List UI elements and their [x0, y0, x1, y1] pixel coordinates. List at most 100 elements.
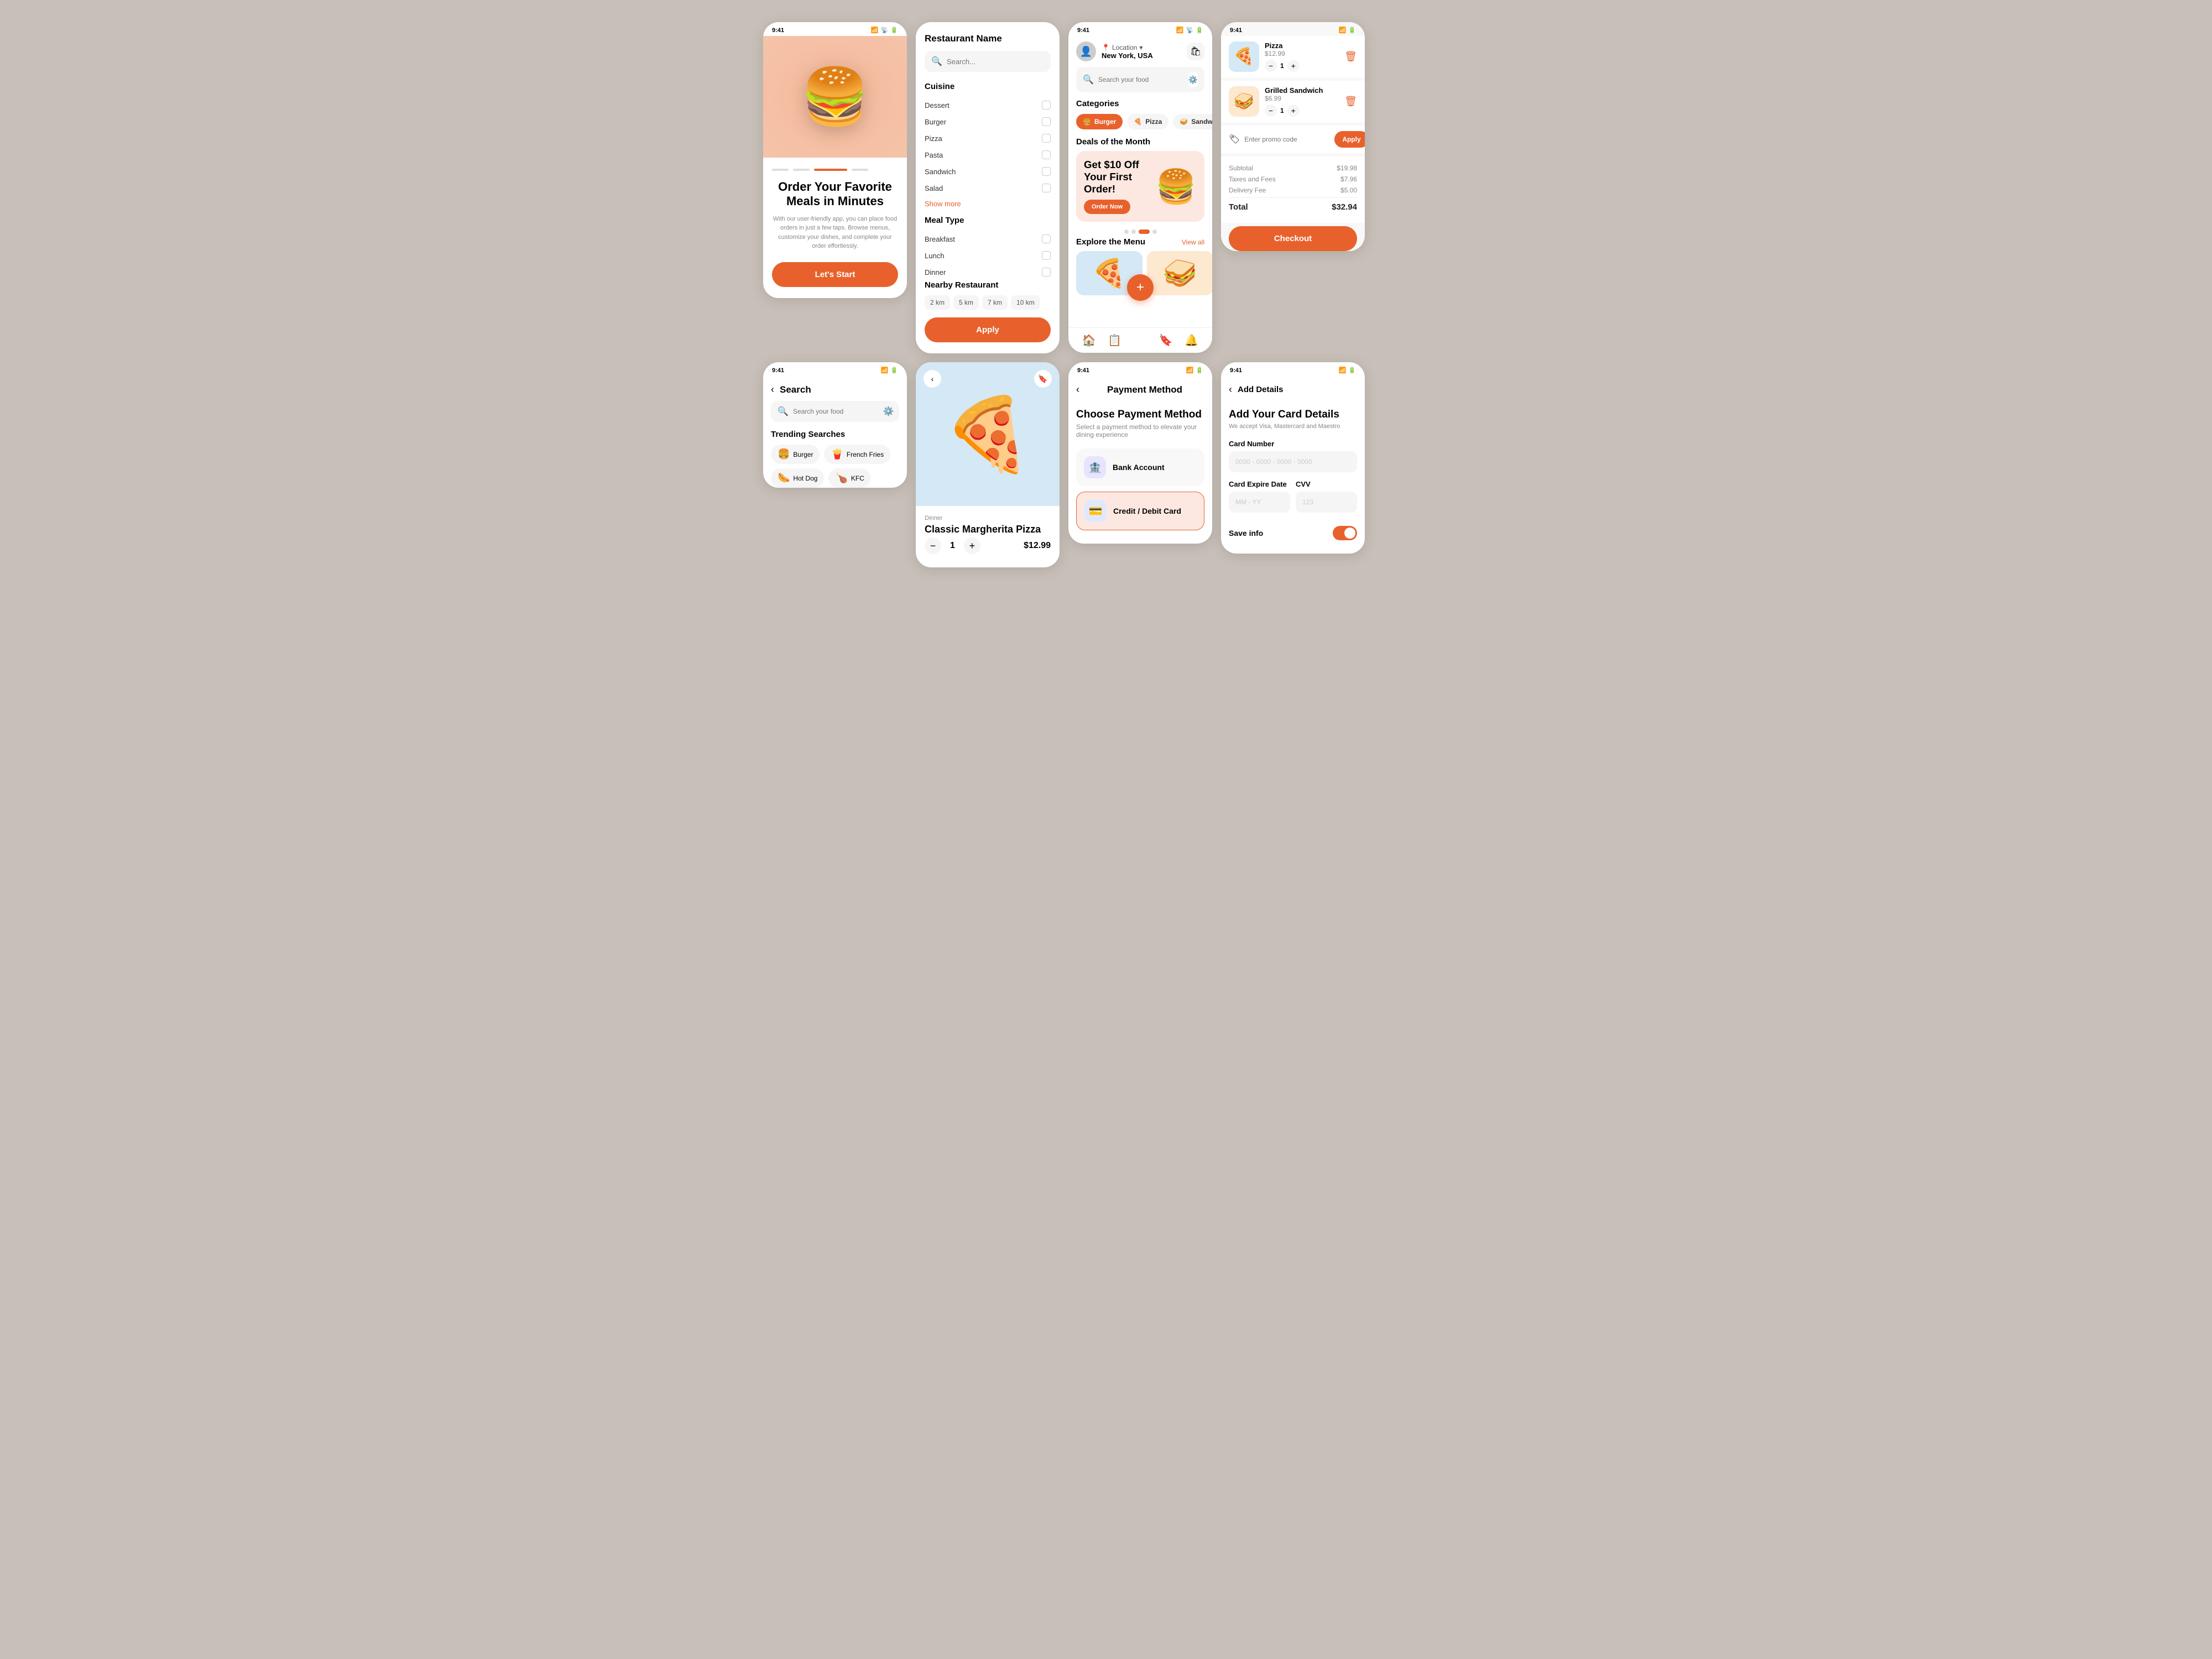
promo-apply-button[interactable]: Apply [1334, 131, 1365, 148]
checkbox-breakfast[interactable] [1042, 234, 1051, 243]
credit-debit-label: Credit / Debit Card [1113, 507, 1181, 515]
dist-chip-5km[interactable]: 5 km [953, 295, 979, 310]
expire-date-input[interactable]: MM - YY [1229, 492, 1290, 513]
delete-sandwich-button[interactable]: 🗑 [1344, 96, 1357, 107]
category-sandwich[interactable]: 🥪Sandwich [1173, 114, 1212, 129]
filter-apply-button[interactable]: Apply [925, 317, 1051, 342]
pizza-bookmark-button[interactable]: 🔖 [1034, 370, 1052, 388]
checkbox-pasta[interactable] [1042, 150, 1051, 159]
filter-icon-button[interactable]: ⚙️ [1188, 72, 1198, 87]
pizza-item-name: Classic Margherita Pizza [925, 524, 1051, 535]
dist-chip-2km[interactable]: 2 km [925, 295, 950, 310]
card-number-input[interactable]: 0000 - 0000 - 0000 - 0000 [1229, 451, 1357, 472]
dist-chip-7km[interactable]: 7 km [982, 295, 1008, 310]
cart-screen: 9:41 📶 🔋 🍕 Pizza $12.99 − 1 + 🗑 🥪 [1221, 22, 1365, 251]
checkbox-pizza[interactable] [1042, 134, 1051, 143]
dot-deal-2 [1131, 229, 1136, 234]
category-pizza[interactable]: 🍕Pizza [1127, 114, 1168, 129]
signal-icon-search: 📶 [881, 367, 889, 374]
bank-account-option[interactable]: 🏦 Bank Account [1076, 448, 1204, 486]
decrease-sandwich-button[interactable]: − [1265, 105, 1277, 117]
category-burger[interactable]: 🍔Burger [1076, 114, 1123, 129]
trend-kfc[interactable]: 🍗 KFC [828, 468, 870, 488]
fab-add-button[interactable]: + [1127, 274, 1154, 301]
credit-debit-card-option[interactable]: 💳 Credit / Debit Card [1076, 492, 1204, 530]
cart-item-pizza-price: $12.99 [1265, 50, 1339, 58]
details-nav-title: Add Details [1238, 385, 1284, 394]
sandwich-quantity: 1 [1280, 107, 1284, 114]
progress-indicator [772, 169, 898, 171]
total-row: Total $32.94 [1229, 197, 1357, 212]
increase-quantity-button[interactable]: + [964, 538, 980, 554]
save-info-toggle[interactable] [1333, 526, 1357, 540]
onboarding-description: With our user-friendly app, you can plac… [772, 215, 898, 251]
trend-french-fries[interactable]: 🍟 French Fries [824, 445, 890, 464]
pizza-body: Dinner Classic Margherita Pizza − 1 + $1… [916, 506, 1060, 567]
deals-card: Get $10 Off Your First Order! Order Now … [1076, 151, 1204, 222]
explore-header: Explore the Menu View all [1068, 237, 1212, 247]
payment-header: ‹ Payment Method [1068, 376, 1212, 401]
lets-start-button[interactable]: Let's Start [772, 262, 898, 287]
pizza-back-button[interactable]: ‹ [924, 370, 941, 388]
time-search: 9:41 [772, 367, 784, 374]
checkbox-burger[interactable] [1042, 117, 1051, 126]
delivery-row: Delivery Fee $5.00 [1229, 186, 1357, 194]
cvv-field: CVV 123 [1296, 480, 1357, 520]
cart-button[interactable]: 🛍 [1187, 43, 1204, 60]
filter-screen-title: Restaurant Name [925, 33, 1051, 44]
order-now-button[interactable]: Order Now [1084, 200, 1130, 214]
save-info-row: Save info [1229, 520, 1357, 546]
increase-pizza-button[interactable]: + [1287, 60, 1300, 72]
details-back-button[interactable]: ‹ [1229, 384, 1232, 395]
nav-home-icon[interactable]: 🏠 [1082, 333, 1096, 347]
wifi-icon-main: 📡 [1186, 27, 1194, 34]
main-search-bar[interactable]: 🔍 ⚙️ [1076, 67, 1204, 92]
decrease-pizza-button[interactable]: − [1265, 60, 1277, 72]
expire-field: Card Expire Date MM - YY [1229, 480, 1290, 520]
cart-item-pizza-name: Pizza [1265, 41, 1339, 50]
location-dropdown-label[interactable]: Location [1112, 44, 1137, 51]
time-main: 9:41 [1077, 27, 1089, 34]
onboarding-title: Order Your Favorite Meals in Minutes [772, 180, 898, 209]
explore-section-title: Explore the Menu [1076, 237, 1145, 247]
nav-notifications-icon[interactable]: 🔔 [1185, 333, 1198, 347]
nav-orders-icon[interactable]: 📋 [1108, 333, 1121, 347]
filter-icon-search[interactable]: ⚙️ [883, 406, 894, 417]
trend-burger[interactable]: 🍔 Burger [771, 445, 820, 464]
dist-chip-10km[interactable]: 10 km [1011, 295, 1040, 310]
filter-search-input[interactable] [947, 58, 1044, 66]
checkout-button[interactable]: Checkout [1229, 226, 1357, 251]
checkbox-sandwich[interactable] [1042, 167, 1051, 176]
checkbox-dinner[interactable] [1042, 268, 1051, 276]
nav-bookmark-icon[interactable]: 🔖 [1159, 333, 1173, 347]
burger-hero-image: 🍔 [801, 65, 870, 129]
trend-hot-dog[interactable]: 🌭 Hot Dog [771, 468, 824, 488]
payment-body: Choose Payment Method Select a payment m… [1068, 401, 1212, 544]
cuisine-sandwich-label: Sandwich [925, 168, 956, 176]
search-food-input[interactable] [793, 408, 879, 415]
menu-card-sandwich[interactable]: 🥪 [1147, 251, 1212, 295]
promo-code-input[interactable] [1244, 135, 1330, 143]
checkbox-lunch[interactable] [1042, 251, 1051, 260]
filter-item-burger: Burger [925, 113, 1051, 130]
status-bar-search: 9:41 📶 🔋 [763, 362, 907, 376]
cvv-input[interactable]: 123 [1296, 492, 1357, 513]
checkbox-salad[interactable] [1042, 184, 1051, 192]
search-back-button[interactable]: ‹ [771, 384, 774, 395]
status-icons-search: 📶 🔋 [881, 367, 898, 374]
filter-search-box[interactable]: 🔍 [925, 51, 1051, 72]
burger-trend-icon: 🍔 [778, 448, 790, 460]
show-more-button[interactable]: Show more [925, 200, 961, 208]
kfc-trend-icon: 🍗 [835, 472, 847, 484]
view-all-button[interactable]: View all [1182, 238, 1204, 246]
expire-cvv-row: Card Expire Date MM - YY CVV 123 [1229, 480, 1357, 520]
increase-sandwich-button[interactable]: + [1287, 105, 1300, 117]
main-search-input[interactable] [1098, 76, 1184, 84]
main-header: 👤 📍 Location ▾ New York, USA 🛍 [1068, 36, 1212, 67]
decrease-quantity-button[interactable]: − [925, 538, 941, 554]
signal-icon-cart: 📶 [1339, 27, 1347, 34]
checkbox-dessert[interactable] [1042, 101, 1051, 109]
payment-back-button[interactable]: ‹ [1076, 384, 1079, 395]
delete-pizza-button[interactable]: 🗑 [1344, 51, 1357, 62]
search-input-box[interactable]: 🔍 ⚙️ [771, 401, 899, 422]
